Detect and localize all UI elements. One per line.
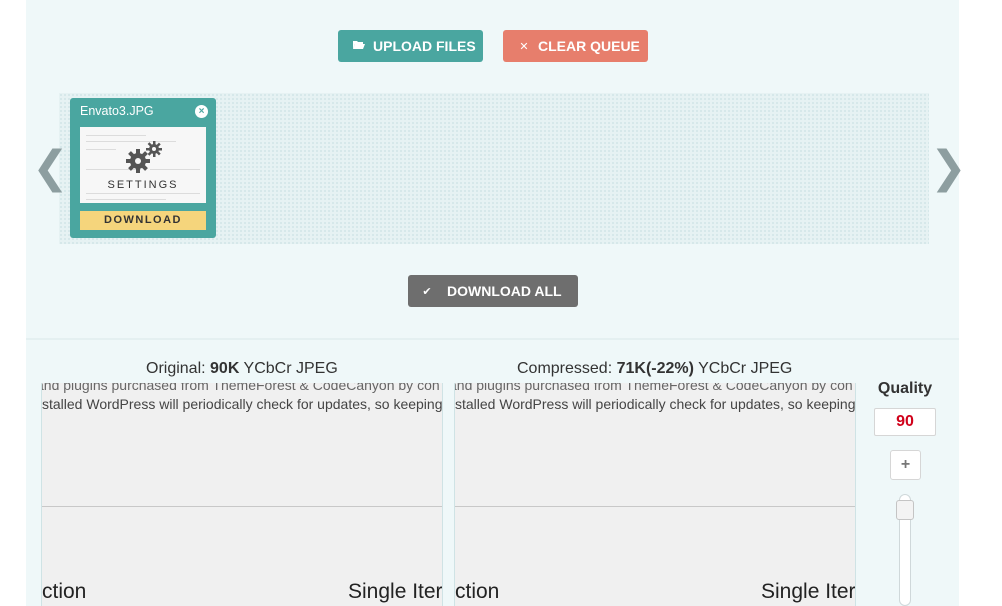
quality-increase-button[interactable]: + <box>890 450 921 480</box>
compressed-caption: Compressed: 71K(-22%) YCbCr JPEG <box>517 360 792 378</box>
original-prefix: Original: <box>146 360 206 377</box>
clear-queue-label: CLEAR QUEUE <box>538 38 640 54</box>
quality-slider-handle[interactable] <box>896 500 914 520</box>
compressor-frame: UPLOAD FILES ✕ CLEAR QUEUE ❮ ❯ Envato3.J… <box>26 0 967 606</box>
quality-label: Quality <box>877 380 933 397</box>
compressed-preview[interactable]: and plugins purchased from ThemeForest &… <box>454 383 856 606</box>
compressed-format: YCbCr JPEG <box>698 360 793 377</box>
close-icon[interactable]: × <box>195 105 208 118</box>
checkmark-icon: ✔ <box>422 285 432 298</box>
upload-files-label: UPLOAD FILES <box>373 38 476 54</box>
original-preview[interactable]: and plugins purchased from ThemeForest &… <box>41 383 443 606</box>
download-all-button[interactable]: ✔ DOWNLOAD ALL <box>408 275 578 307</box>
x-icon: ✕ <box>519 40 529 53</box>
download-button[interactable]: DOWNLOAD <box>80 211 206 230</box>
chevron-left-icon[interactable]: ❮ <box>32 146 69 190</box>
queue-item-filename: Envato3.JPG <box>80 104 154 118</box>
compressed-size: 71K(-22%) <box>616 360 694 377</box>
original-caption: Original: 90K YCbCr JPEG <box>146 360 338 378</box>
preview-heading-left: ction <box>455 580 500 603</box>
thumbnail-caption: SETTINGS <box>107 179 179 191</box>
compressed-prefix: Compressed: <box>517 360 613 377</box>
preview-rule <box>455 506 855 507</box>
preview-text-line: stalled WordPress will periodically chec… <box>42 396 443 412</box>
preview-heading-left: ction <box>42 580 87 603</box>
preview-text-line: and plugins purchased from ThemeForest &… <box>454 383 853 393</box>
original-size: 90K <box>210 360 240 377</box>
queue-item-thumbnail: SETTINGS <box>80 127 206 203</box>
upload-panel: UPLOAD FILES ✕ CLEAR QUEUE ❮ ❯ Envato3.J… <box>26 0 967 338</box>
folder-open-icon <box>350 40 368 53</box>
clear-queue-button[interactable]: ✕ CLEAR QUEUE <box>503 30 648 62</box>
chevron-right-icon[interactable]: ❯ <box>930 146 967 190</box>
preview-rule <box>42 506 442 507</box>
gear-icon <box>126 141 162 173</box>
original-format: YCbCr JPEG <box>243 360 338 377</box>
download-all-label: DOWNLOAD ALL <box>447 283 562 299</box>
queue-item-card[interactable]: Envato3.JPG × SETTINGS DOWNLOAD <box>70 98 216 238</box>
quality-input[interactable]: 90 <box>874 408 936 436</box>
preview-heading-right: Single Iter <box>348 580 443 603</box>
preview-heading-right: Single Iter <box>761 580 856 603</box>
upload-files-button[interactable]: UPLOAD FILES <box>338 30 483 62</box>
preview-text-line: and plugins purchased from ThemeForest &… <box>41 383 440 393</box>
preview-text-line: stalled WordPress will periodically chec… <box>455 396 856 412</box>
section-divider <box>26 338 959 340</box>
